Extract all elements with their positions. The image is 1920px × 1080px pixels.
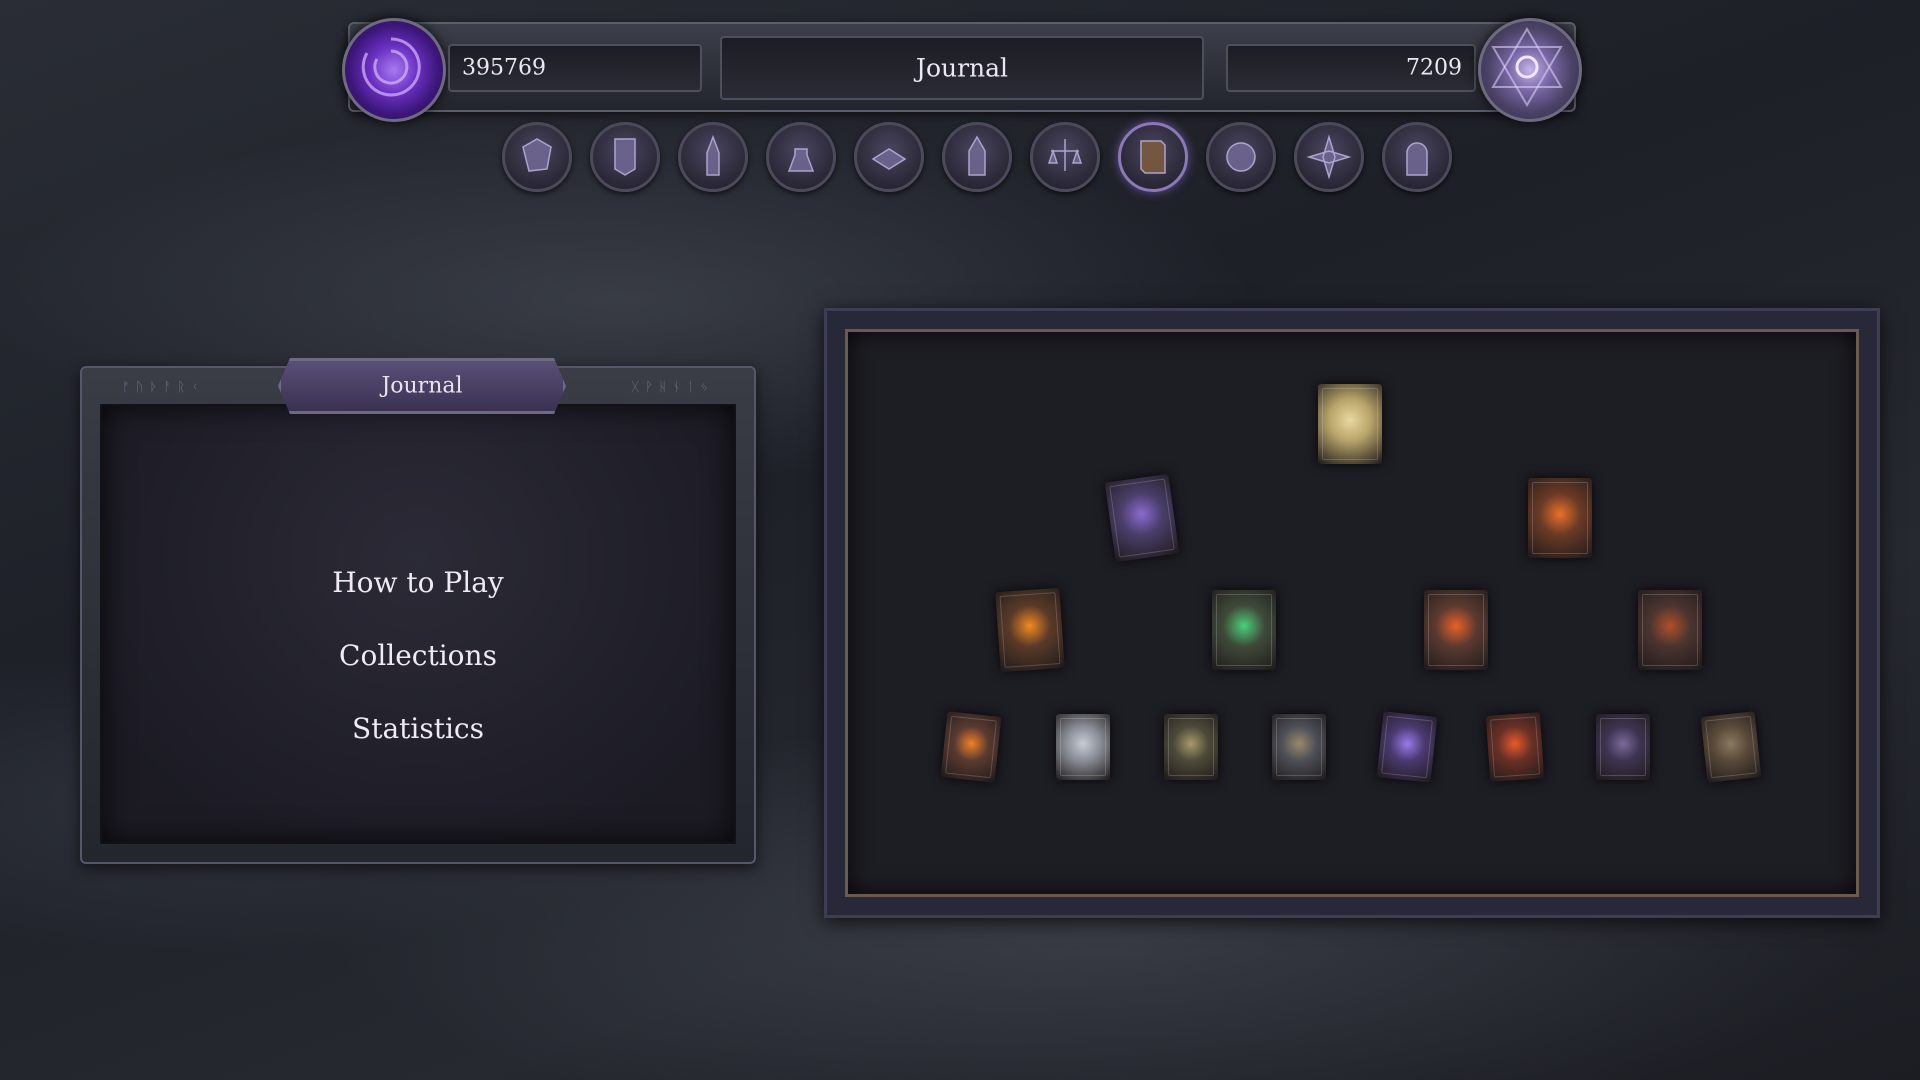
steel-emblem-tome-icon[interactable] xyxy=(1272,714,1326,780)
trade-scales-icon[interactable] xyxy=(1030,122,1100,192)
journal-menu-list: How to Play Collections Statistics xyxy=(102,566,734,745)
page-title: Journal xyxy=(915,53,1009,83)
menu-item-collections[interactable]: Collections xyxy=(339,639,497,672)
violet-bolt-tome-icon[interactable] xyxy=(1376,711,1438,783)
rune-decoration-right: ᚷᚹᚺᚾᛁᛃ xyxy=(631,380,714,395)
bronze-sigil-tome-icon[interactable] xyxy=(1164,714,1218,780)
secondary-currency-slot: 7209 xyxy=(1226,44,1476,92)
journal-tab: Journal xyxy=(278,358,566,414)
soul-essence-orb-icon xyxy=(342,18,446,122)
shadow-flame-tome-icon[interactable] xyxy=(1596,714,1650,780)
journal-book-icon[interactable] xyxy=(1118,122,1188,192)
castle-spires-icon[interactable] xyxy=(942,122,1012,192)
collection-book-grid xyxy=(845,329,1859,897)
arcane-sigil-orb-icon xyxy=(1478,18,1582,122)
star-compass-icon[interactable] xyxy=(1294,122,1364,192)
title-plate: Journal xyxy=(720,36,1204,100)
alchemy-potion-icon[interactable] xyxy=(766,122,836,192)
top-resource-bar: 395769 Journal 7209 xyxy=(342,18,1582,122)
silver-orb-tome-icon[interactable] xyxy=(1056,714,1110,780)
primary-currency-value: 395769 xyxy=(462,55,546,81)
dim-flame-tome-icon[interactable] xyxy=(1638,590,1702,670)
menu-item-how-to-play[interactable]: How to Play xyxy=(332,566,503,599)
crimson-flare-tome-icon[interactable] xyxy=(1485,712,1545,782)
rune-decoration-left: ᚠᚢᚦᚨᚱᚲ xyxy=(122,380,205,395)
nature-rune-tome-icon[interactable] xyxy=(1212,590,1276,670)
golden-tome-icon[interactable] xyxy=(1318,384,1382,464)
journal-tab-label: Journal xyxy=(381,373,463,399)
main-navigation xyxy=(502,122,1452,192)
crafting-table-icon[interactable] xyxy=(854,122,924,192)
primary-currency-slot: 395769 xyxy=(448,44,702,92)
menu-item-statistics[interactable]: Statistics xyxy=(352,712,484,745)
world-map-icon[interactable] xyxy=(502,122,572,192)
flame-rune-tome-icon[interactable] xyxy=(1424,590,1488,670)
dungeon-door-icon[interactable] xyxy=(1382,122,1452,192)
eclipse-tome-icon[interactable] xyxy=(995,587,1065,673)
small-eclipse-tome-icon[interactable] xyxy=(940,711,1002,783)
worn-leather-tome-icon[interactable] xyxy=(1700,711,1762,783)
settings-gear-icon[interactable] xyxy=(1206,122,1276,192)
journal-menu-panel: ᚠᚢᚦᚨᚱᚲ ᚷᚹᚺᚾᛁᛃ How to Play Collections St… xyxy=(80,366,756,864)
purple-star-tome-icon[interactable] xyxy=(1104,473,1180,563)
secondary-currency-value: 7209 xyxy=(1406,55,1462,81)
collection-display-panel xyxy=(824,308,1880,918)
journal-menu-body: How to Play Collections Statistics xyxy=(100,404,736,844)
dark-tower-icon[interactable] xyxy=(678,122,748,192)
guild-banner-icon[interactable] xyxy=(590,122,660,192)
fire-ember-tome-icon[interactable] xyxy=(1528,478,1592,558)
